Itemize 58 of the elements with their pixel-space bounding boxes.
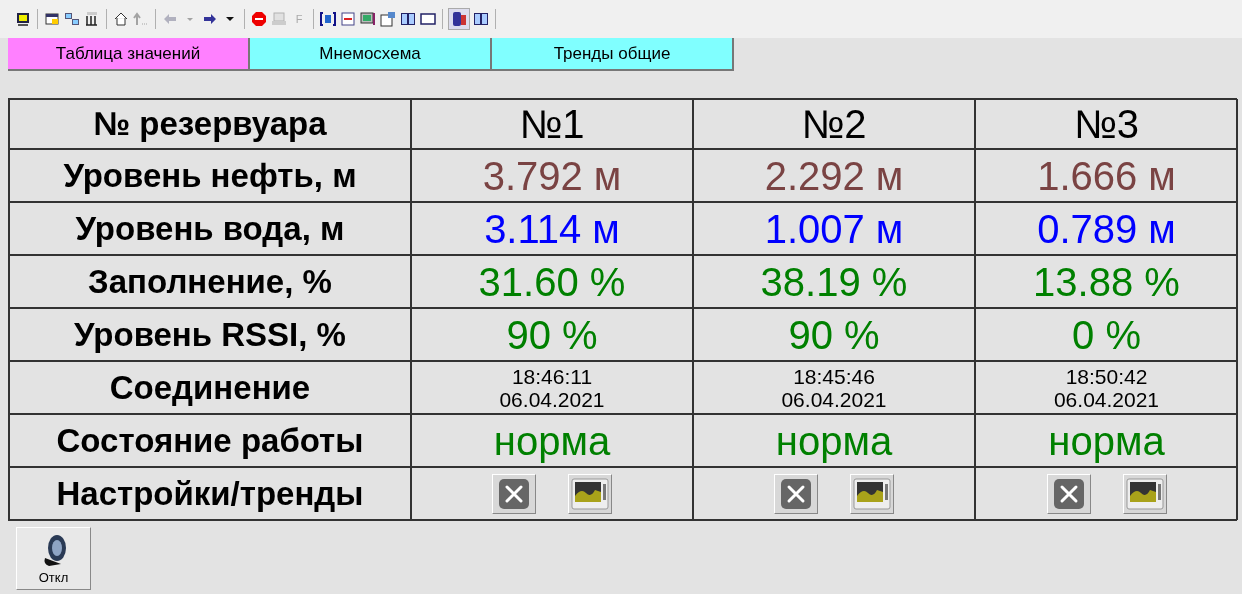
table-cell: 13.88 %: [975, 255, 1238, 308]
book-icon[interactable]: [472, 10, 490, 28]
table-cell: 0.789 м: [975, 202, 1238, 255]
column-header: № резервуара: [9, 99, 411, 149]
brackets-icon[interactable]: [319, 10, 337, 28]
row-label: Уровень вода, м: [9, 202, 411, 255]
chart-icon: [1125, 477, 1164, 510]
trend-button[interactable]: [1122, 473, 1167, 514]
tab[interactable]: Мнемосхема: [250, 38, 492, 71]
chart-icon: [571, 477, 609, 510]
date-text: 06.04.2021: [1053, 387, 1160, 411]
trend-button[interactable]: [568, 473, 612, 514]
table-cell: 3.114 м: [411, 202, 693, 255]
properties-icon[interactable]: [379, 10, 397, 28]
settings-button[interactable]: [774, 473, 818, 514]
table-cell: 3.792 м: [411, 149, 693, 202]
display-icon[interactable]: [359, 10, 377, 28]
tank-icon[interactable]: [450, 10, 468, 28]
blank-window-icon[interactable]: [419, 10, 437, 28]
chart-icon: [853, 477, 891, 510]
row-label: Настройки/тренды: [9, 467, 411, 520]
table-cell: 90 %: [693, 308, 975, 361]
table-cell: 0 %: [975, 308, 1238, 361]
column-header: №3: [975, 99, 1238, 149]
row-label: Заполнение, %: [9, 255, 411, 308]
table-cell: 38.19 %: [693, 255, 975, 308]
table-cell: 90 %: [411, 308, 693, 361]
sound-button[interactable]: Откл: [16, 527, 91, 590]
trend-button[interactable]: [850, 473, 894, 514]
form-icon[interactable]: [339, 10, 357, 28]
row-label: Соединение: [9, 361, 411, 414]
time-text: 18:46:11: [511, 364, 593, 388]
window-icon[interactable]: [43, 10, 61, 28]
book-icon[interactable]: [399, 10, 417, 28]
table-cell: 1.666 м: [975, 149, 1238, 202]
computers-icon[interactable]: [63, 10, 81, 28]
table-cell: 31.60 %: [411, 255, 693, 308]
stop-icon[interactable]: [250, 10, 268, 28]
tab[interactable]: Тренды общие: [492, 38, 734, 71]
column-header: №2: [693, 99, 975, 149]
settings-button[interactable]: [492, 473, 536, 514]
date-text: 06.04.2021: [499, 387, 605, 411]
row-label: Состояние работы: [9, 414, 411, 467]
table-cell: 1.007 м: [693, 202, 975, 255]
table-cell: 2.292 м: [693, 149, 975, 202]
row-label: Уровень нефть, м: [9, 149, 411, 202]
settings-button[interactable]: [1046, 473, 1091, 514]
column-header: №1: [411, 99, 693, 149]
row-label: Уровень RSSI, %: [9, 308, 411, 361]
table-cell: норма: [411, 414, 693, 467]
table-cell: норма: [975, 414, 1238, 467]
time-text: 18:45:46: [793, 364, 875, 388]
tab[interactable]: Таблица значений: [8, 38, 250, 71]
home-icon[interactable]: [112, 10, 130, 28]
date-text: 06.04.2021: [781, 387, 887, 411]
table-cell: норма: [693, 414, 975, 467]
monitor-icon[interactable]: [14, 10, 32, 28]
time-text: 18:50:42: [1065, 364, 1148, 388]
